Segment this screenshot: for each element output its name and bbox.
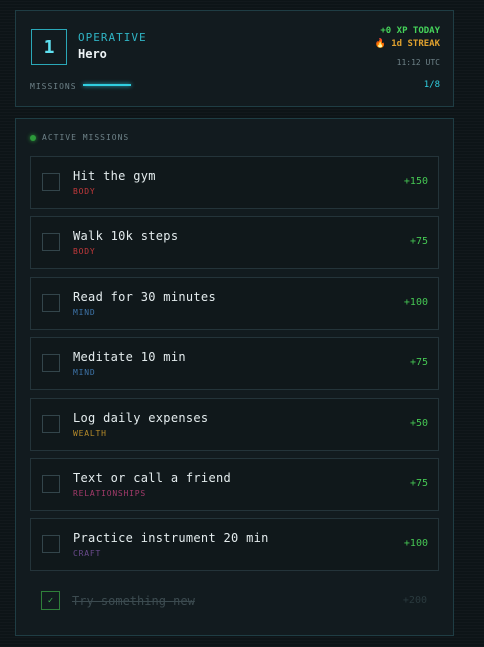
player-header: 1 OPERATIVE Hero +0 XP TODAY 🔥 1d STREAK…: [15, 10, 454, 107]
mission-row[interactable]: Practice instrument 20 min CRAFT +100: [30, 518, 439, 572]
mission-category: CRAFT: [73, 549, 102, 559]
mission-category: MIND: [73, 307, 96, 317]
mission-xp: +75: [409, 357, 428, 369]
mission-row[interactable]: Walk 10k steps BODY +75: [30, 216, 439, 270]
mission-title: Log daily expenses: [73, 410, 209, 425]
mission-title: Hit the gym: [73, 169, 156, 183]
player-name: Hero: [78, 47, 107, 61]
mission-row[interactable]: Hit the gym BODY +150: [30, 156, 439, 209]
mission-category: WEALTH: [73, 428, 107, 438]
active-missions-label: ACTIVE MISSIONS: [42, 133, 130, 142]
mission-title: Practice instrument 20 min: [73, 531, 269, 546]
mission-checkbox[interactable]: [42, 354, 60, 373]
mission-xp: +75: [409, 236, 428, 248]
mission-checkbox[interactable]: [42, 475, 60, 493]
rank-label: OPERATIVE: [78, 31, 147, 44]
xp-today: +0 XP TODAY: [380, 26, 440, 36]
mission-xp: +100: [403, 538, 428, 550]
mission-checkbox[interactable]: [42, 173, 60, 191]
missions-progress-fill: [83, 84, 132, 86]
mission-row[interactable]: Text or call a friend RELATIONSHIPS +75: [30, 458, 439, 511]
checked-checkbox[interactable]: ✓: [41, 591, 60, 610]
completed-mission-xp: +200: [402, 595, 427, 606]
mission-xp: +75: [409, 478, 428, 489]
clock: 11:12 UTC: [396, 58, 440, 67]
streak-badge: 🔥 1d STREAK: [374, 39, 440, 49]
missions-progress-bar: [83, 84, 193, 86]
status-dot-icon: [30, 134, 36, 141]
mission-row[interactable]: Read for 30 minutes MIND +100: [30, 276, 439, 330]
mission-category: MIND: [73, 368, 96, 378]
mission-xp: +100: [403, 296, 428, 308]
level-badge: 1: [31, 29, 67, 65]
mission-title: Meditate 10 min: [73, 350, 186, 365]
mission-title: Text or call a friend: [73, 471, 232, 485]
missions-panel: ACTIVE MISSIONS Hit the gym BODY +150 Walk …: [15, 118, 454, 636]
mission-xp: +150: [403, 176, 428, 187]
mission-checkbox[interactable]: [42, 233, 60, 252]
mission-category: BODY: [73, 187, 96, 196]
mission-checkbox[interactable]: [42, 535, 60, 554]
mission-row[interactable]: Log daily expenses WEALTH +50: [30, 397, 439, 451]
mission-checkbox[interactable]: [42, 293, 60, 312]
missions-progress-label: MISSIONS: [30, 82, 77, 91]
mission-row[interactable]: Meditate 10 min MIND +75: [30, 337, 439, 391]
mission-checkbox[interactable]: [42, 414, 60, 433]
completed-mission[interactable]: ✓ Try something new +200: [30, 586, 437, 616]
active-missions-header: ACTIVE MISSIONS: [30, 133, 129, 142]
completed-mission-title: Try something new: [72, 594, 195, 608]
mission-xp: +50: [409, 417, 428, 429]
mission-category: RELATIONSHIPS: [73, 489, 147, 498]
mission-title: Read for 30 minutes: [73, 289, 216, 304]
missions-progress-count: 1/8: [423, 80, 440, 90]
mission-title: Walk 10k steps: [73, 229, 179, 244]
mission-category: BODY: [73, 247, 96, 257]
